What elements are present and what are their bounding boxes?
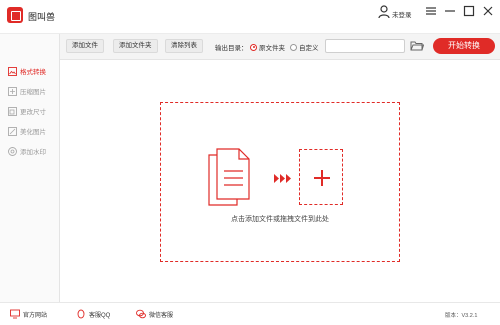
sidebar-item-compress[interactable]: 压缩图片 [0, 84, 60, 98]
qq-icon [77, 309, 85, 319]
login-button[interactable]: 未登录 [378, 5, 412, 19]
sidebar: 格式转换 压缩图片 更改尺寸 美化图片 添加水印 [0, 34, 60, 302]
folder-open-icon[interactable] [410, 40, 424, 52]
radio-checked-icon [250, 43, 257, 51]
start-convert-button[interactable]: 开始转换 [433, 38, 495, 54]
triple-arrow-icon [274, 174, 291, 183]
radio-unchecked-icon [290, 43, 297, 51]
toolbar: 添加文件 添加文件夹 清除列表 输出目录： 原文件夹 自定义 开始转换 [60, 34, 500, 60]
image-convert-icon [8, 66, 17, 76]
official-website-link[interactable]: 官方网站 [10, 309, 47, 319]
sidebar-item-label: 更改尺寸 [20, 109, 46, 116]
add-file-button[interactable]: 添加文件 [66, 39, 104, 53]
footer-label: 微信客服 [149, 312, 174, 319]
sidebar-item-beautify[interactable]: 美化图片 [0, 124, 60, 138]
status-bar: 官方网站 客服QQ 微信客服 版本：V3.2.1 [0, 302, 500, 325]
radio-label: 自定义 [299, 45, 319, 52]
resize-icon [8, 106, 17, 116]
close-icon [483, 6, 493, 16]
wechat-support-link[interactable]: 微信客服 [136, 309, 173, 319]
minimize-icon [445, 10, 455, 12]
beautify-icon [8, 126, 17, 136]
drop-hint-text: 点击添加文件或拖拽文件到此处 [231, 216, 329, 223]
minimize-button[interactable] [443, 4, 457, 18]
sidebar-item-label: 添加水印 [20, 149, 46, 156]
radio-label: 原文件夹 [259, 45, 285, 52]
output-path-input[interactable] [325, 39, 405, 53]
compress-icon [8, 86, 17, 96]
add-folder-button[interactable]: 添加文件夹 [113, 39, 158, 53]
output-dir-label: 输出目录： [215, 45, 248, 52]
qq-support-link[interactable]: 客服QQ [76, 309, 110, 319]
monitor-icon [10, 309, 20, 319]
sidebar-item-format-convert[interactable]: 格式转换 [0, 64, 60, 78]
user-icon [378, 5, 390, 19]
footer-label: 官方网站 [23, 312, 48, 319]
app-name: 图叫兽 [28, 12, 56, 22]
add-file-box[interactable] [299, 149, 343, 205]
drop-zone[interactable]: 点击添加文件或拖拽文件到此处 [160, 102, 400, 262]
login-label: 未登录 [392, 11, 412, 19]
sidebar-item-label: 美化图片 [20, 129, 46, 136]
wechat-icon [136, 309, 146, 319]
version-label: 版本：V3.2.1 [445, 313, 478, 319]
maximize-icon [463, 5, 475, 17]
radio-custom[interactable]: 自定义 [290, 42, 319, 52]
radio-source-folder[interactable]: 原文件夹 [250, 42, 285, 52]
sidebar-item-label: 压缩图片 [20, 89, 46, 96]
watermark-icon [8, 146, 17, 156]
documents-icon [208, 148, 250, 206]
maximize-button[interactable] [462, 4, 476, 18]
sidebar-item-label: 格式转换 [20, 69, 46, 76]
close-button[interactable] [481, 4, 495, 18]
menu-icon [426, 7, 436, 15]
footer-label: 客服QQ [89, 312, 111, 319]
main-area: 点击添加文件或拖拽文件到此处 [60, 60, 500, 302]
sidebar-item-watermark[interactable]: 添加水印 [0, 144, 60, 158]
app-logo-icon [7, 7, 23, 23]
title-bar: 图叫兽 未登录 [0, 0, 500, 34]
sidebar-item-resize[interactable]: 更改尺寸 [0, 104, 60, 118]
menu-button[interactable] [424, 4, 438, 18]
clear-list-button[interactable]: 清除列表 [165, 39, 203, 53]
